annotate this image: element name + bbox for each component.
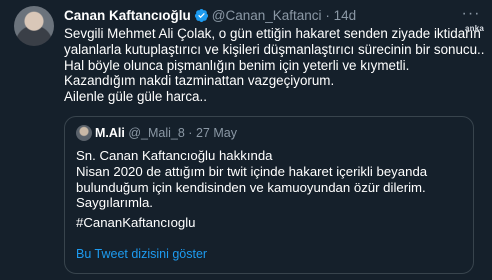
quoted-text-line: Nisan 2020 de attığım bir twit içinde ha… bbox=[76, 163, 428, 179]
quoted-tweet-header: M.Ali @_Mali_8 · 27 May bbox=[76, 125, 237, 141]
tweet-text-line: Ailenle güle güle harca.. bbox=[64, 89, 207, 105]
quoted-author-avatar bbox=[76, 125, 92, 141]
quoted-author-handle: @_Mali_8 bbox=[128, 126, 185, 140]
quoted-tweet-text: Sn. Canan Kaftancıoğlu hakkında Nisan 20… bbox=[76, 148, 466, 211]
tweet-time[interactable]: 14d bbox=[334, 8, 357, 23]
tweet-text: Sevgili Mehmet Ali Çolak, o gün ettiğin … bbox=[64, 26, 485, 105]
author-handle[interactable]: @Canan_Kaftanci bbox=[212, 8, 322, 23]
author-name[interactable]: Canan Kaftancıoğlu bbox=[64, 8, 191, 23]
tweet-text-line: yalanlarla kutuplaştırıcı ve kişileri dü… bbox=[64, 41, 485, 57]
show-thread-link[interactable]: Bu Tweet dizisini göster bbox=[76, 246, 207, 262]
quoted-text-line: bulunduğum için kendisinden ve kamuoyund… bbox=[76, 179, 426, 195]
quoted-tweet-card[interactable]: M.Ali @_Mali_8 · 27 May Sn. Canan Kaftan… bbox=[64, 116, 474, 274]
tweet-text-line: Sevgili Mehmet Ali Çolak, o gün ettiğin … bbox=[64, 26, 481, 41]
tweet-text-line: Hal böyle olunca pişmanlığın benim için … bbox=[64, 57, 410, 73]
quoted-text-line: Saygılarımla. bbox=[76, 195, 153, 211]
tweet-text-line: Kazandığım nakdi tazminattan vazgeçiyoru… bbox=[64, 73, 335, 89]
header-separator: · bbox=[325, 8, 330, 23]
quoted-tweet-time: 27 May bbox=[195, 126, 237, 140]
more-options-icon[interactable]: ··· bbox=[460, 5, 482, 23]
author-avatar[interactable] bbox=[14, 6, 54, 46]
quoted-hashtag: #CananKaftancıoglu bbox=[76, 215, 196, 230]
quoted-text-line: Sn. Canan Kaftancıoğlu hakkında bbox=[76, 148, 273, 163]
quoted-header-separator: · bbox=[188, 126, 193, 140]
quoted-author-name: M.Ali bbox=[95, 126, 125, 140]
